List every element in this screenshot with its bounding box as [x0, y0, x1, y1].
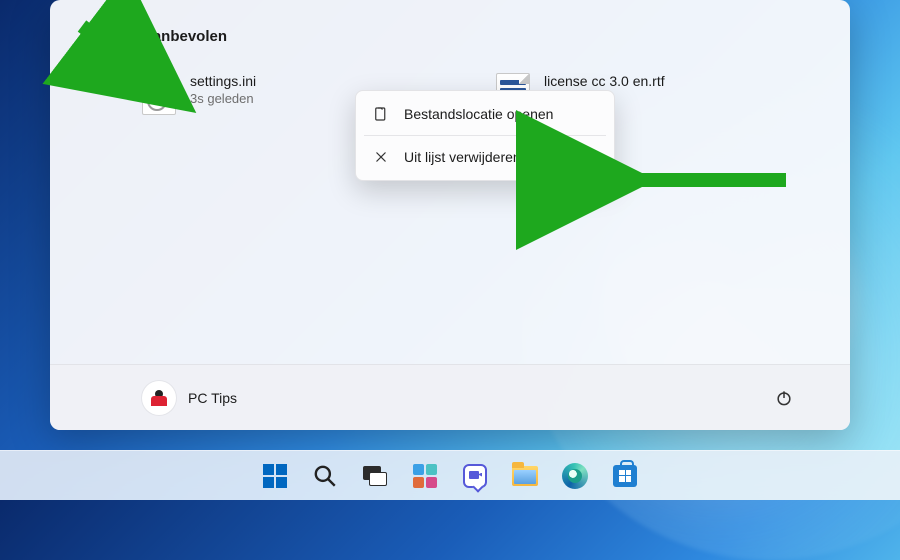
taskbar-taskview-button[interactable]	[354, 455, 396, 497]
file-name: license cc 3.0 en.rtf	[544, 73, 665, 89]
context-remove-from-list[interactable]: Uit lijst verwijderen	[356, 138, 614, 176]
power-icon	[774, 388, 794, 408]
taskbar-edge-button[interactable]	[554, 455, 596, 497]
annotation-arrow	[616, 160, 796, 205]
taskbar-chat-button[interactable]	[454, 455, 496, 497]
context-label: Uit lijst verwijderen	[404, 149, 521, 165]
file-ini-icon	[142, 73, 176, 115]
taskbar-widgets-button[interactable]	[404, 455, 446, 497]
open-location-icon	[372, 105, 390, 123]
file-time: 3s geleden	[190, 91, 256, 106]
context-separator	[364, 135, 606, 136]
widgets-icon	[413, 464, 437, 488]
taskbar	[0, 450, 900, 500]
windows-logo-icon	[263, 464, 287, 488]
power-button[interactable]	[766, 380, 802, 416]
edge-icon	[562, 463, 588, 489]
user-name: PC Tips	[188, 390, 237, 406]
context-menu: Bestandslocatie openen Uit lijst verwijd…	[355, 90, 615, 181]
avatar-icon	[142, 381, 176, 415]
search-icon	[312, 463, 338, 489]
store-icon	[613, 465, 637, 487]
start-menu-panel: Aanbevolen settings.ini 3s geleden licen…	[50, 0, 850, 430]
recommended-heading: Aanbevolen	[142, 28, 790, 45]
context-label: Bestandslocatie openen	[404, 106, 553, 122]
taskbar-start-button[interactable]	[254, 455, 296, 497]
user-account-button[interactable]: PC Tips	[142, 381, 237, 415]
file-name: settings.ini	[190, 73, 256, 89]
taskbar-file-explorer-button[interactable]	[504, 455, 546, 497]
context-open-file-location[interactable]: Bestandslocatie openen	[356, 95, 614, 133]
folder-icon	[512, 466, 538, 486]
taskbar-search-button[interactable]	[304, 455, 346, 497]
close-icon	[372, 148, 390, 166]
task-view-icon	[363, 466, 387, 486]
taskbar-store-button[interactable]	[604, 455, 646, 497]
start-footer: PC Tips	[50, 364, 850, 430]
chat-icon	[463, 464, 487, 488]
